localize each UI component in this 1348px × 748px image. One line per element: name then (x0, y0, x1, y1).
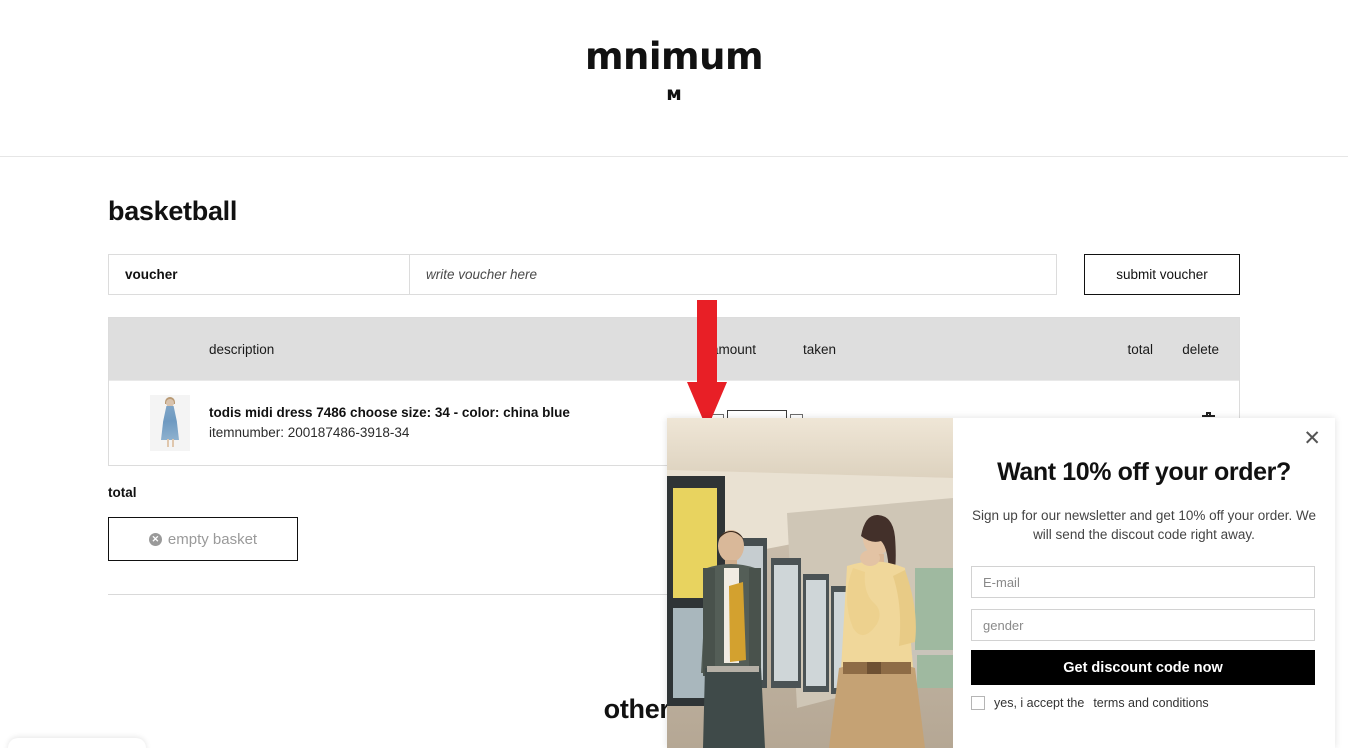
close-icon[interactable]: ✕ (1303, 428, 1321, 449)
terms-and-conditions-link[interactable]: terms and conditions (1093, 696, 1208, 710)
logo-monogram-icon: ᴍ (666, 83, 682, 105)
accept-terms-checkbox[interactable] (971, 696, 985, 711)
empty-basket-label: empty basket (167, 530, 258, 548)
voucher-input[interactable] (410, 254, 1057, 295)
product-thumbnail-image (150, 395, 190, 451)
terms-row: yes, i accept the terms and conditions (971, 696, 1317, 711)
basket-table-header: description amount taken total delete (109, 318, 1239, 380)
column-header-delete: delete (1182, 341, 1219, 357)
site-header: mnimum ᴍ (0, 0, 1348, 157)
voucher-row: voucher submit voucher (108, 254, 1240, 295)
product-thumbnail-cell[interactable] (109, 395, 209, 451)
product-title[interactable]: todis midi dress 7486 choose size: 34 - … (209, 403, 711, 423)
newsletter-popup-image (667, 418, 953, 748)
get-discount-code-button[interactable]: Get discount code now (971, 650, 1315, 686)
newsletter-heading: Want 10% off your order? (997, 458, 1291, 486)
voucher-label: voucher (108, 254, 410, 295)
basket-total-label: total (108, 485, 137, 500)
empty-basket-button[interactable]: ✕ empty basket (108, 517, 298, 561)
newsletter-popup-body: ✕ Want 10% off your order? Sign up for o… (953, 418, 1335, 748)
product-description-cell: todis midi dress 7486 choose size: 34 - … (209, 403, 711, 442)
site-logo[interactable]: mnimum ᴍ (584, 35, 764, 105)
column-header-amount: amount (711, 341, 757, 357)
product-itemnumber: itemnumber: 200187486-3918-34 (209, 425, 410, 440)
email-field[interactable] (971, 566, 1315, 599)
column-header-total: total (1127, 341, 1153, 357)
column-header-taken: taken (803, 341, 837, 357)
newsletter-subtext: Sign up for our newsletter and get 10% o… (972, 508, 1316, 543)
x-circle-icon: ✕ (148, 532, 162, 546)
gender-field[interactable] (971, 609, 1315, 642)
page-title: basketball (108, 196, 238, 226)
terms-text: yes, i accept the (994, 696, 1085, 711)
page-root: mnimum ᴍ basketball voucher submit vouch… (0, 0, 1348, 748)
floating-widget-peek[interactable] (8, 738, 146, 748)
newsletter-popup: ✕ Want 10% off your order? Sign up for o… (667, 418, 1335, 748)
submit-voucher-button[interactable]: submit voucher (1084, 254, 1240, 295)
logo-wordmark: mnimum (584, 35, 764, 78)
column-header-description: description (209, 341, 275, 357)
